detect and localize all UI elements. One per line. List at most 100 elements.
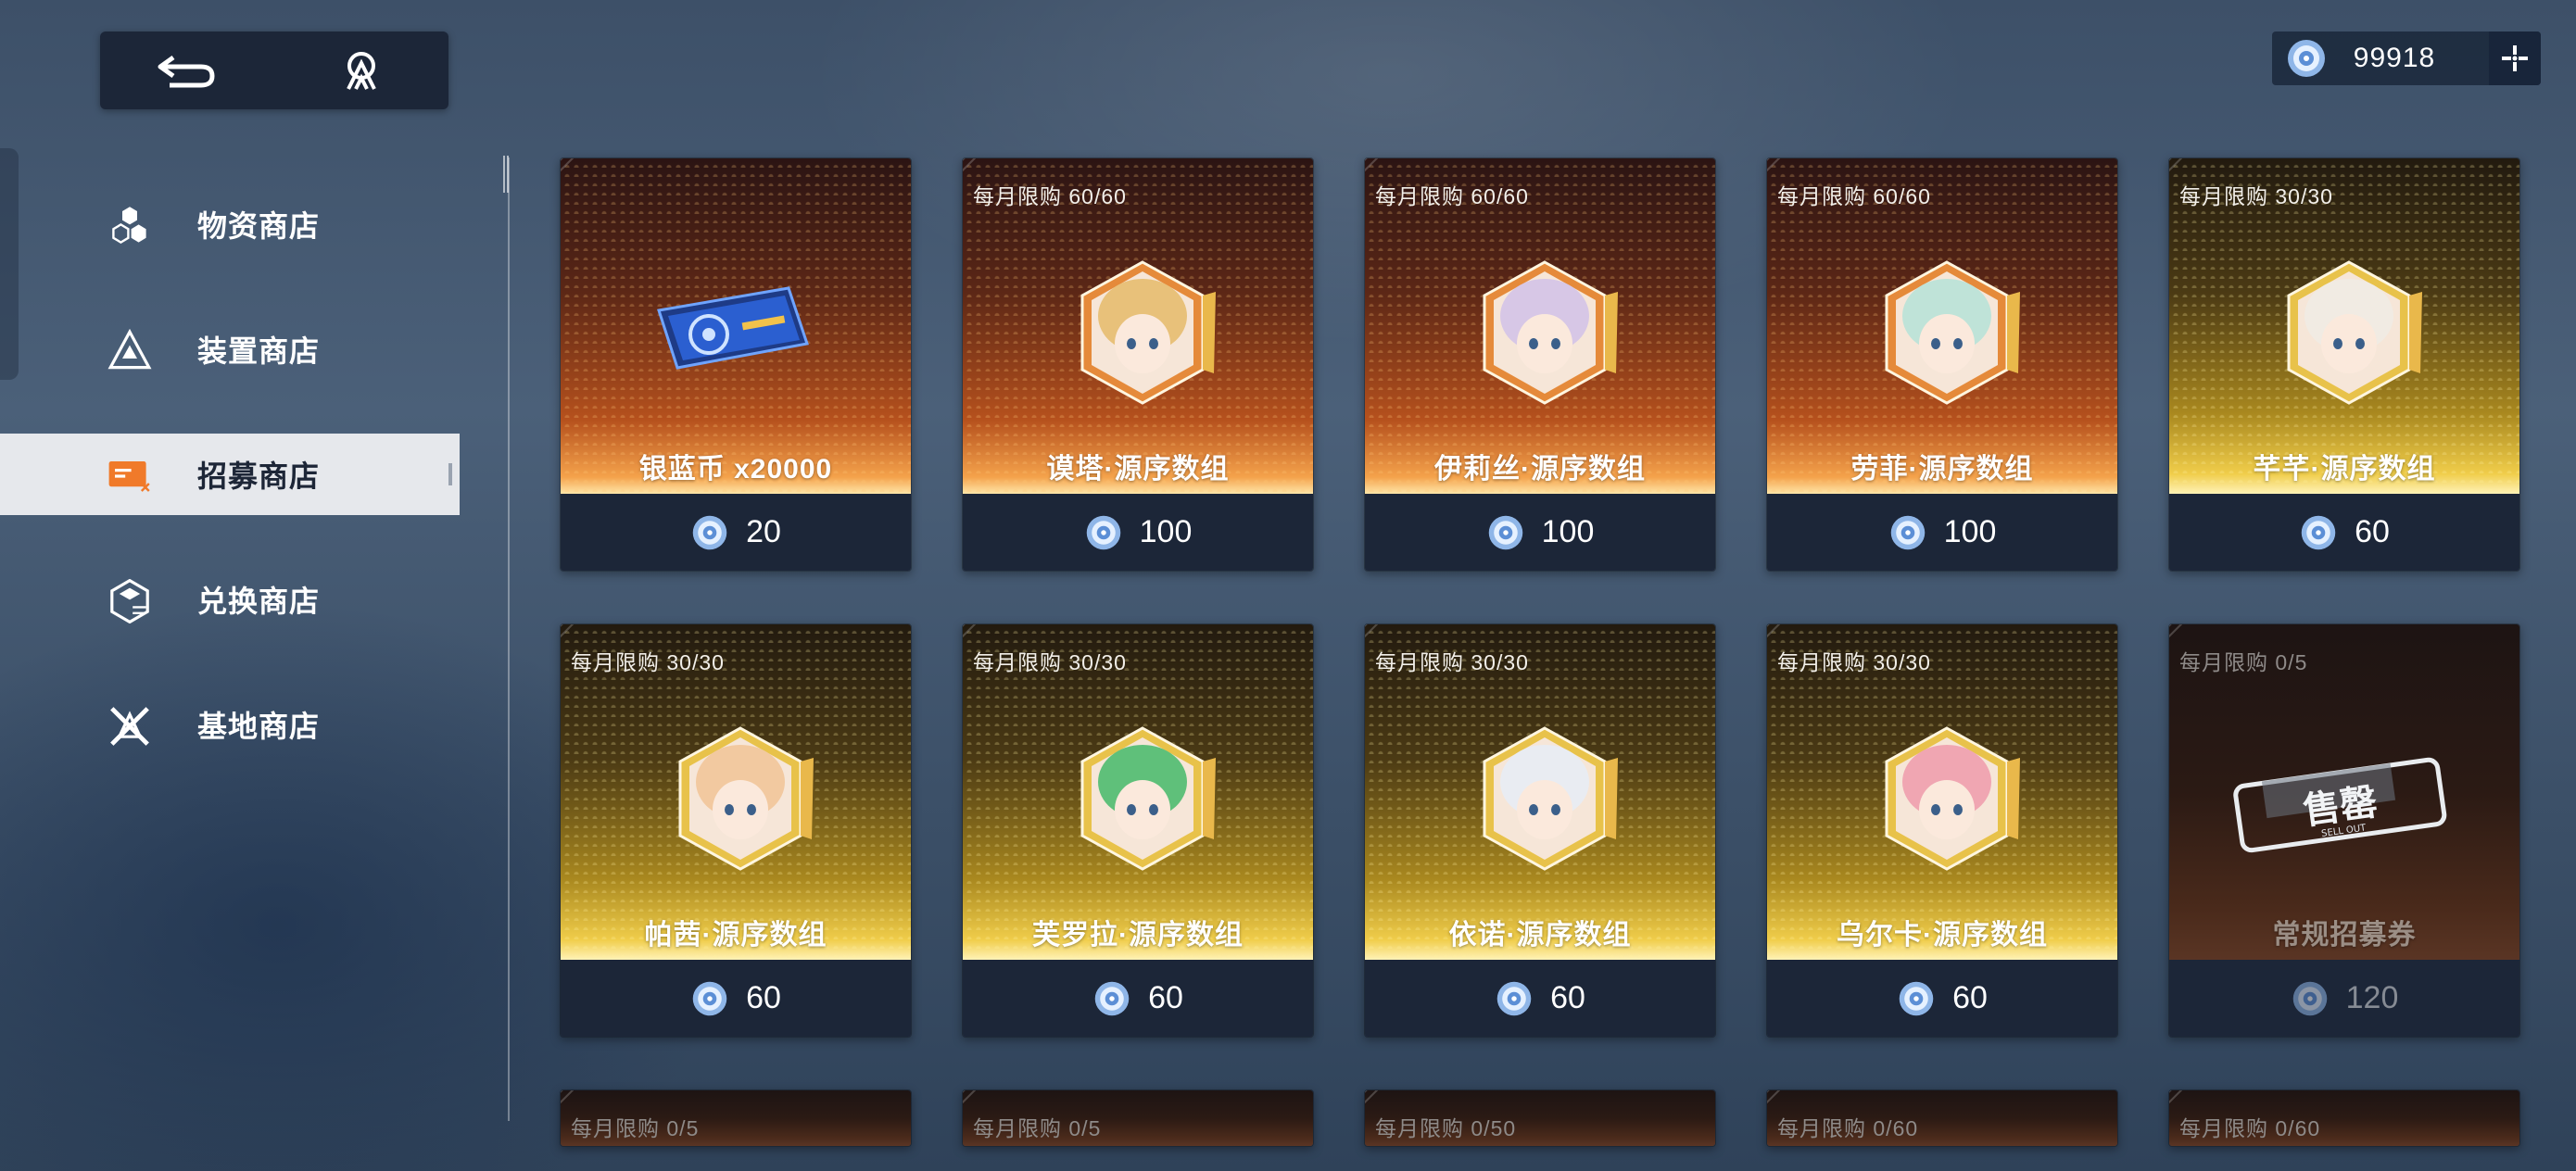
crystal-coin-icon <box>2301 515 2336 549</box>
purchase-limit: 每月限购 0/50 <box>1375 1116 1517 1140</box>
base-star-icon <box>110 707 149 746</box>
shop-item-card[interactable]: 每月限购 30/30 芊芊·源序数组 60 <box>2168 157 2520 572</box>
cubes-icon <box>112 207 146 244</box>
price-value: 100 <box>1943 514 1997 549</box>
shop-item-card[interactable]: 每月限购 60/60 伊莉丝·源序数组 100 <box>1364 157 1716 572</box>
purchase-limit: 每月限购 60/60 <box>1777 184 1931 208</box>
item-name: 依诺·源序数组 <box>1448 920 1632 951</box>
purchase-limit: 每月限购 0/60 <box>1777 1116 1919 1140</box>
character-portrait-icon <box>678 726 814 871</box>
item-price: 60 <box>1767 960 2117 1037</box>
shop-item-card[interactable]: 每月限购 30/30 乌尔卡·源序数组 60 <box>1766 623 2118 1038</box>
character-portrait-icon <box>1885 260 2020 405</box>
item-price: 20 <box>561 494 911 571</box>
item-price: 60 <box>561 960 911 1037</box>
price-value: 60 <box>1148 980 1183 1015</box>
character-portrait-icon <box>1080 260 1216 405</box>
crystal-coin-icon <box>1890 515 1925 549</box>
home-button[interactable] <box>306 31 417 109</box>
menu-item-devices[interactable]: 装置商店 <box>0 308 463 390</box>
crystal-coin-icon <box>2292 981 2327 1015</box>
shop-item-card[interactable]: 每月限购 0/5 <box>962 1089 1314 1147</box>
purchase-limit: 每月限购 30/30 <box>571 650 725 674</box>
item-name: 帕茜·源序数组 <box>644 920 827 951</box>
character-portrait-icon <box>1080 726 1216 871</box>
currency-amount: 99918 <box>2353 43 2436 73</box>
currency-display: 99918 <box>2272 31 2541 85</box>
item-price: 100 <box>1365 494 1715 571</box>
menu-item-recruit[interactable]: 招募商店 <box>0 434 460 515</box>
menu-item-base[interactable]: 基地商店 <box>0 684 463 765</box>
shop-item-card[interactable]: 每月限购 60/60 劳菲·源序数组 100 <box>1766 157 2118 572</box>
item-name: 银蓝币 x20000 <box>638 454 833 485</box>
shop-item-card[interactable]: 银蓝币 x20000 20 <box>560 157 912 572</box>
purchase-limit: 每月限购 0/5 <box>2179 650 2308 674</box>
menu-item-label: 物资商店 <box>197 209 321 243</box>
sold-out-stamp-icon: 售罄SELL OUT <box>2233 757 2447 853</box>
item-name: 谟塔·源序数组 <box>1046 454 1230 485</box>
triangle-gear-icon <box>107 329 152 370</box>
shop-item-card[interactable]: 每月限购 30/30 依诺·源序数组 60 <box>1364 623 1716 1038</box>
back-arrow-icon <box>158 55 215 88</box>
blue-coin-ticket-icon <box>657 286 809 370</box>
purchase-limit: 每月限购 0/5 <box>973 1116 1102 1140</box>
crystal-coin-icon <box>692 981 727 1015</box>
item-name: 乌尔卡·源序数组 <box>1837 920 2048 951</box>
crystal-coin-icon <box>1496 981 1532 1015</box>
price-value: 100 <box>1541 514 1595 549</box>
purchase-limit: 每月限购 0/5 <box>571 1116 700 1140</box>
item-price: 100 <box>963 494 1313 571</box>
add-currency-button[interactable] <box>2489 31 2541 85</box>
shop-item-card[interactable]: 每月限购 0/50 <box>1364 1089 1716 1147</box>
item-name: 芊芊·源序数组 <box>2253 454 2436 485</box>
corner-deco <box>561 158 594 192</box>
purchase-limit: 每月限购 0/60 <box>2179 1116 2321 1140</box>
shop-item-card[interactable]: 每月限购 60/60 谟塔·源序数组 100 <box>962 157 1314 572</box>
exchange-hex-icon <box>110 579 149 623</box>
menu-item-supplies[interactable]: 物资商店 <box>0 183 463 265</box>
item-name: 劳菲·源序数组 <box>1850 454 2034 485</box>
crystal-coin-icon <box>1094 981 1130 1015</box>
item-name: 常规招募券 <box>2272 920 2417 951</box>
crystal-coin-icon <box>1488 515 1522 549</box>
price-value: 60 <box>2355 514 2390 549</box>
shop-item-card[interactable]: 每月限购 0/5 售罄 SELL OUT 常规招募券 120 <box>2168 623 2520 1038</box>
item-name: 芙罗拉·源序数组 <box>1032 920 1244 951</box>
item-price: 60 <box>963 960 1313 1037</box>
character-portrait-icon <box>1885 726 2020 871</box>
menu-item-label: 装置商店 <box>197 334 321 368</box>
menu-item-label: 基地商店 <box>197 710 321 743</box>
item-price: 60 <box>2169 494 2519 571</box>
shop-item-card[interactable]: 每月限购 0/5 <box>560 1089 912 1147</box>
shop-item-card[interactable]: 每月限购 30/30 芙罗拉·源序数组 60 <box>962 623 1314 1038</box>
purchase-limit: 每月限购 60/60 <box>1375 184 1529 208</box>
item-price: 120 <box>2169 960 2519 1037</box>
crystal-coin-icon <box>2288 40 2325 77</box>
price-value: 100 <box>1139 514 1193 549</box>
crystal-coin-icon <box>692 515 727 549</box>
price-value: 20 <box>746 514 781 549</box>
svg-text:售罄: 售罄 <box>2301 781 2380 834</box>
item-price: 60 <box>1365 960 1715 1037</box>
shop-item-card[interactable]: 每月限购 30/30 帕茜·源序数组 60 <box>560 623 912 1038</box>
price-value: 120 <box>2345 980 2399 1015</box>
back-button[interactable] <box>132 31 243 109</box>
shop-item-card[interactable]: 每月限购 0/60 <box>2168 1089 2520 1147</box>
purchase-limit: 每月限购 30/30 <box>1777 650 1931 674</box>
recruit-ticket-icon <box>108 461 150 492</box>
crystal-coin-icon <box>1899 981 1934 1015</box>
shop-item-card[interactable]: 每月限购 0/60 <box>1766 1089 2118 1147</box>
character-portrait-icon <box>1483 726 1618 871</box>
menu-item-exchange[interactable]: 兑换商店 <box>0 559 463 640</box>
crystal-coin-icon <box>1086 515 1120 549</box>
item-price: 100 <box>1767 494 2117 571</box>
item-name: 伊莉丝·源序数组 <box>1434 454 1646 485</box>
character-portrait-icon <box>2287 260 2422 405</box>
menu-item-label: 兑换商店 <box>197 585 321 618</box>
purchase-limit: 每月限购 30/30 <box>2179 184 2333 208</box>
price-value: 60 <box>746 980 781 1015</box>
plus-icon <box>2502 45 2528 71</box>
price-value: 60 <box>1550 980 1585 1015</box>
price-value: 60 <box>1952 980 1988 1015</box>
shop-menu: 物资商店 装置商店 招募商店 兑换商店 基地商店 <box>0 183 463 809</box>
